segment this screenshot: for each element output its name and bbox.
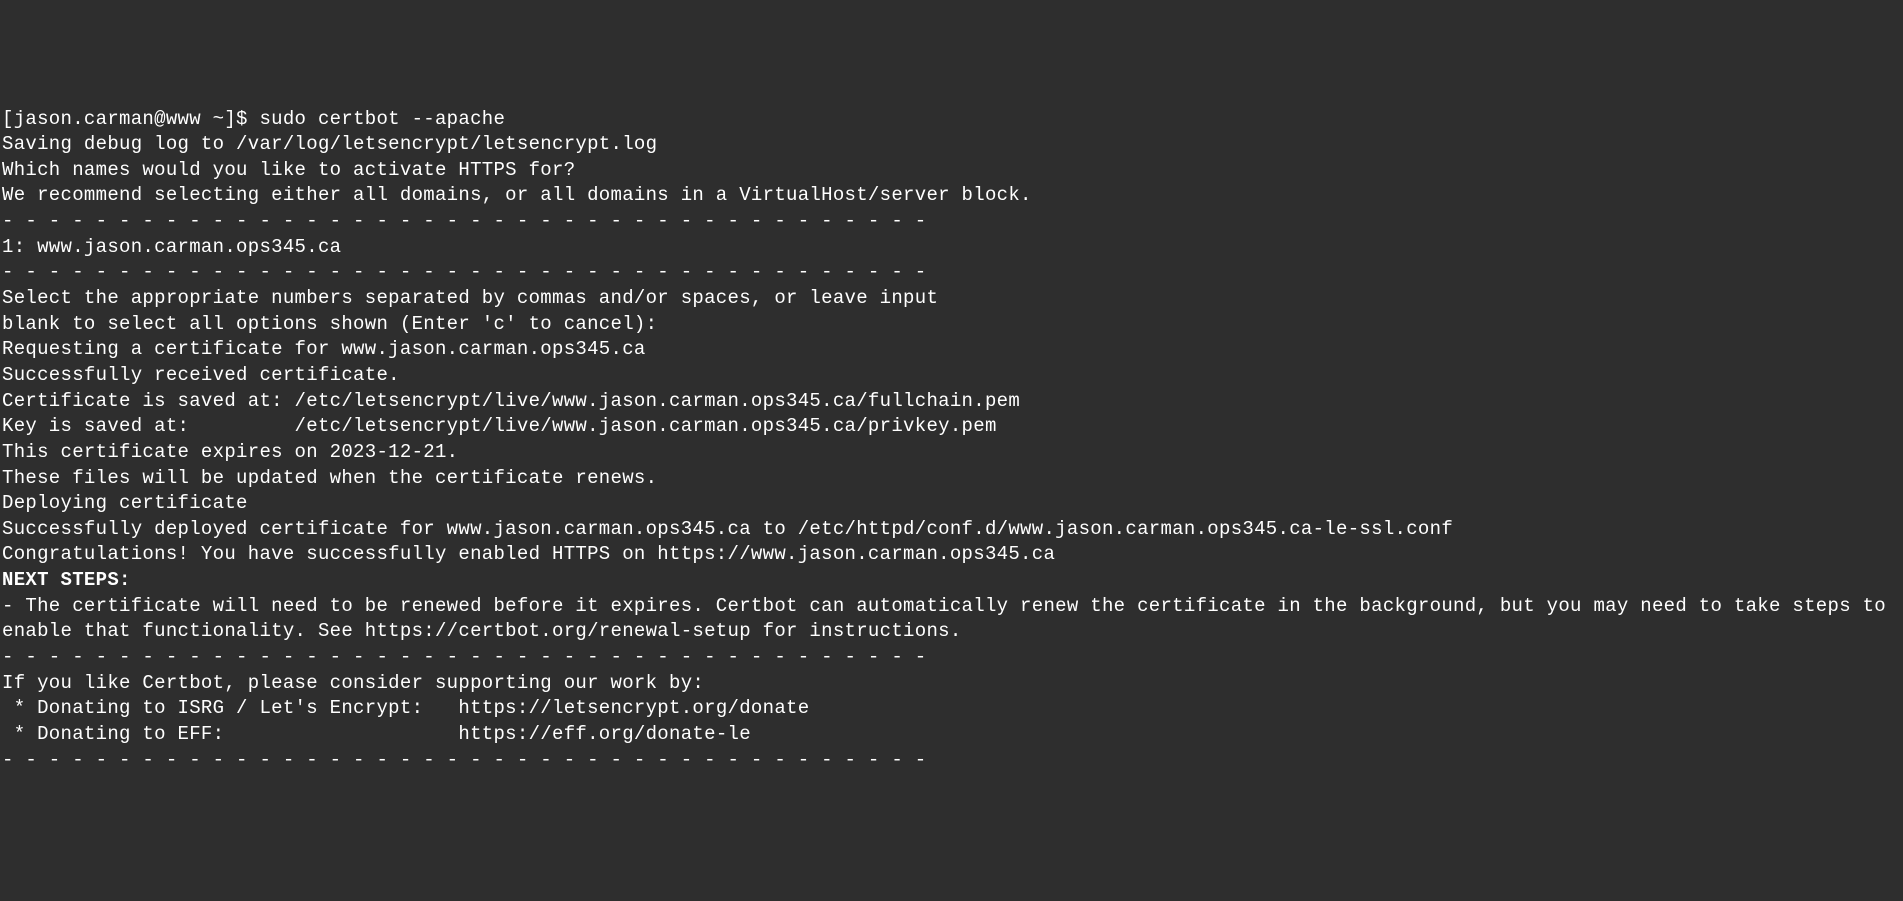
prompt-line: [jason.carman@www ~]$ sudo certbot --apa… <box>2 107 1901 133</box>
output-line: We recommend selecting either all domain… <box>2 183 1901 209</box>
output-line: Congratulations! You have successfully e… <box>2 542 1901 568</box>
output-line: Successfully received certificate. <box>2 363 1901 389</box>
output-line: Key is saved at: /etc/letsencrypt/live/w… <box>2 414 1901 440</box>
output-line: - - - - - - - - - - - - - - - - - - - - … <box>2 209 1901 235</box>
output-line: These files will be updated when the cer… <box>2 466 1901 492</box>
output-line: Successfully deployed certificate for ww… <box>2 517 1901 543</box>
output-line: - - - - - - - - - - - - - - - - - - - - … <box>2 645 1901 671</box>
command-text: sudo certbot --apache <box>259 108 505 130</box>
output-line: This certificate expires on 2023-12-21. <box>2 440 1901 466</box>
output-line: 1: www.jason.carman.ops345.ca <box>2 235 1901 261</box>
output-line: Select the appropriate numbers separated… <box>2 286 1901 312</box>
next-steps-header: NEXT STEPS: <box>2 568 1901 594</box>
output-line: * Donating to ISRG / Let's Encrypt: http… <box>2 696 1901 722</box>
output-line: Saving debug log to /var/log/letsencrypt… <box>2 132 1901 158</box>
output-line: Which names would you like to activate H… <box>2 158 1901 184</box>
output-line: Requesting a certificate for www.jason.c… <box>2 337 1901 363</box>
output-line: - - - - - - - - - - - - - - - - - - - - … <box>2 260 1901 286</box>
terminal-output[interactable]: [jason.carman@www ~]$ sudo certbot --apa… <box>2 107 1901 774</box>
output-line: Certificate is saved at: /etc/letsencryp… <box>2 389 1901 415</box>
output-line: * Donating to EFF: https://eff.org/donat… <box>2 722 1901 748</box>
output-line: - The certificate will need to be renewe… <box>2 594 1901 645</box>
output-line: If you like Certbot, please consider sup… <box>2 671 1901 697</box>
output-line: blank to select all options shown (Enter… <box>2 312 1901 338</box>
output-line: - - - - - - - - - - - - - - - - - - - - … <box>2 748 1901 774</box>
output-line: Deploying certificate <box>2 491 1901 517</box>
shell-prompt: [jason.carman@www ~]$ <box>2 108 259 130</box>
